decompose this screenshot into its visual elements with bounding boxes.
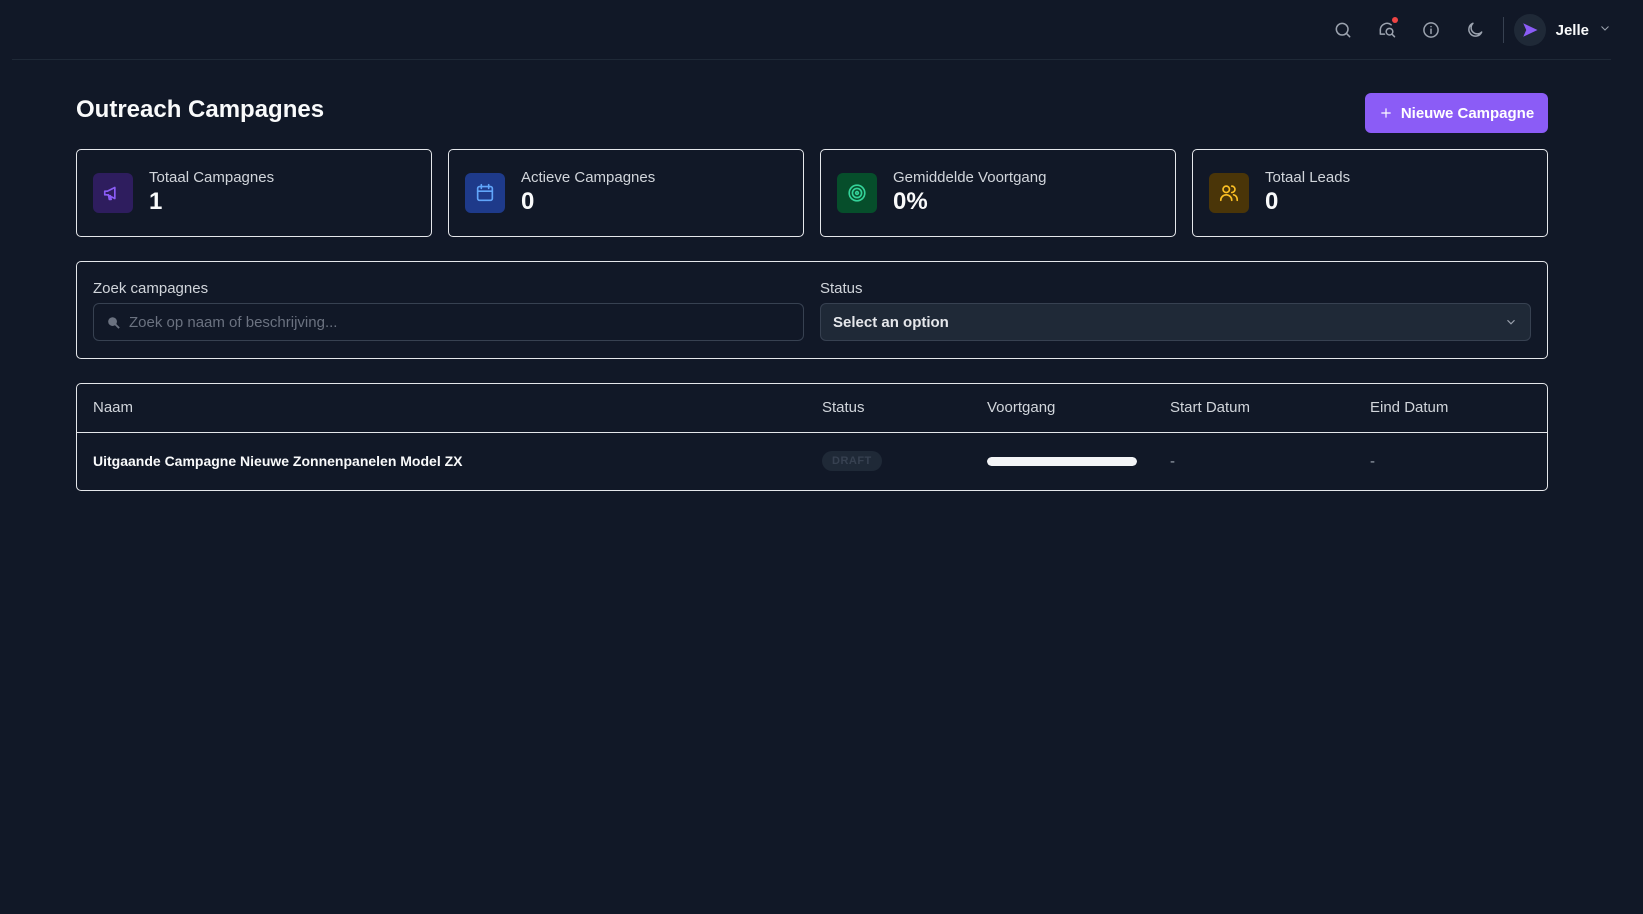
campaigns-table-card: Naam Status Voortgang Start Datum Eind D… (76, 383, 1548, 491)
search-icon[interactable] (1321, 12, 1365, 48)
new-campaign-label: Nieuwe Campagne (1400, 104, 1535, 122)
avatar (1513, 14, 1546, 46)
megaphone-icon (93, 173, 133, 213)
column-header-status[interactable]: Status (806, 384, 971, 433)
status-filter: Status Select an option (820, 280, 1531, 358)
topbar-actions: Jelle (1321, 12, 1611, 48)
status-select[interactable]: Select an option (820, 303, 1531, 341)
topbar-divider (1502, 17, 1504, 43)
stat-label: Gemiddelde Voortgang (893, 169, 1047, 186)
column-header-end-date[interactable]: Eind Datum (1354, 384, 1547, 433)
progress-bar (987, 456, 1137, 466)
column-header-progress[interactable]: Voortgang (971, 384, 1154, 433)
target-icon (837, 173, 877, 213)
stat-value: 0 (521, 188, 535, 215)
stat-label: Actieve Campagnes (521, 169, 656, 186)
campaign-end-date: - (1370, 452, 1375, 470)
stat-label: Totaal Campagnes (149, 169, 275, 186)
page-title: Outreach Campagnes (76, 96, 325, 123)
status-badge: DRAFT (822, 451, 882, 472)
top-bar: Jelle (12, 0, 1611, 60)
search-filter: Zoek campagnes (93, 280, 804, 358)
stat-card-average-progress: Gemiddelde Voortgang 0% (820, 149, 1176, 237)
moon-icon[interactable] (1453, 12, 1497, 48)
stat-value: 0% (893, 188, 928, 215)
stat-label: Totaal Leads (1265, 169, 1351, 186)
search-input[interactable] (129, 313, 791, 331)
send-icon (1522, 23, 1538, 37)
search-icon (108, 316, 120, 329)
search-field[interactable] (93, 303, 804, 341)
stat-value: 1 (149, 188, 163, 215)
chevron-down-icon (1599, 21, 1611, 39)
status-select-value: Select an option (833, 313, 949, 331)
info-icon[interactable] (1409, 12, 1453, 48)
column-header-start-date[interactable]: Start Datum (1154, 384, 1354, 433)
user-name: Jelle (1555, 21, 1589, 39)
calendar-icon (465, 173, 505, 213)
campaign-progress-cell (971, 432, 1154, 490)
search-label: Zoek campagnes (93, 280, 209, 297)
chevron-down-icon (1507, 319, 1515, 325)
filters-card: Zoek campagnes Status Select an option (76, 261, 1548, 359)
campaign-name[interactable]: Uitgaande Campagne Nieuwe Zonnenpanelen … (77, 432, 806, 490)
campaigns-table: Naam Status Voortgang Start Datum Eind D… (77, 384, 1547, 490)
campaign-start-date: - (1170, 452, 1175, 470)
stat-card-total-leads: Totaal Leads 0 (1192, 149, 1548, 237)
plus-icon (1381, 108, 1391, 118)
users-icon (1209, 173, 1249, 213)
user-menu[interactable]: Jelle (1513, 14, 1611, 46)
stat-card-active-campaigns: Actieve Campagnes 0 (448, 149, 804, 237)
new-campaign-button[interactable]: Nieuwe Campagne (1365, 93, 1548, 133)
notification-dot (1391, 17, 1398, 23)
stat-card-total-campaigns: Totaal Campagnes 1 (76, 149, 432, 237)
table-row[interactable]: Uitgaande Campagne Nieuwe Zonnenpanelen … (77, 432, 1547, 490)
notifications-icon[interactable] (1365, 12, 1409, 48)
table-header-row: Naam Status Voortgang Start Datum Eind D… (77, 384, 1547, 433)
status-label: Status (820, 280, 863, 297)
column-header-name[interactable]: Naam (77, 384, 806, 433)
progress-fill (987, 456, 1137, 466)
stat-value: 0 (1265, 188, 1279, 215)
stats-row: Totaal Campagnes 1 Actieve Campagnes 0 G… (76, 149, 1548, 237)
campaign-status-cell: DRAFT (806, 432, 971, 490)
